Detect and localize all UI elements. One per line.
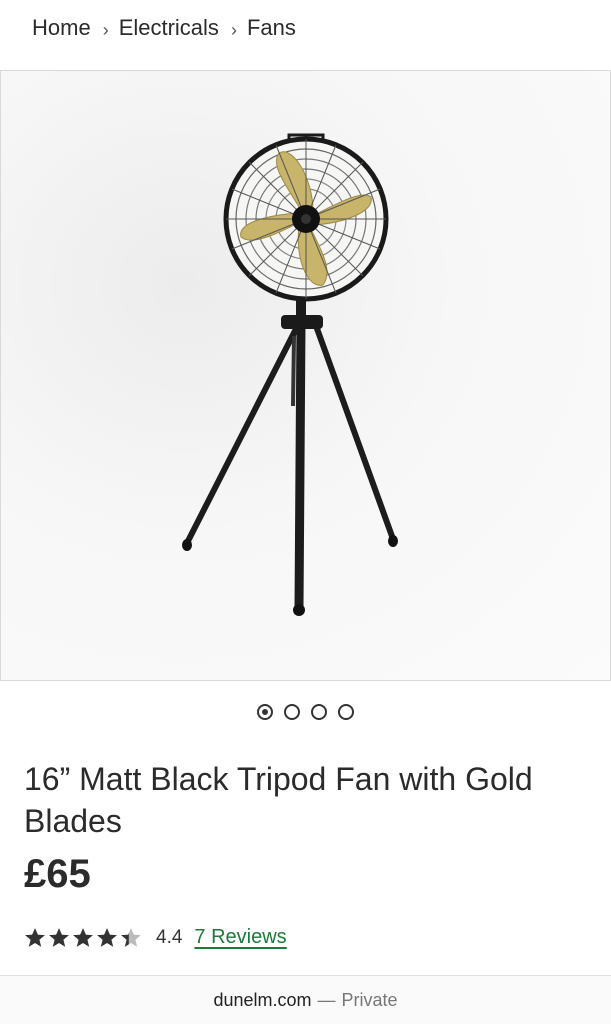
- url-domain: dunelm.com: [213, 989, 312, 1010]
- url-separator: —: [317, 989, 336, 1010]
- star-icon: [96, 927, 118, 949]
- browser-address-bar[interactable]: dunelm.com — Private: [0, 976, 611, 1024]
- gallery-pagination: [0, 704, 611, 720]
- private-mode-label: Private: [341, 989, 398, 1010]
- gallery-dot-2[interactable]: [284, 704, 300, 720]
- breadcrumb-fans[interactable]: Fans: [247, 15, 296, 41]
- product-price: £65: [24, 852, 91, 896]
- product-image-fan: [182, 133, 398, 616]
- reviews-link[interactable]: 7 Reviews: [194, 926, 286, 949]
- rating-summary: 4.4 7 Reviews: [24, 926, 287, 949]
- breadcrumb-electricals[interactable]: Electricals: [119, 15, 219, 41]
- star-rating: [24, 927, 142, 949]
- breadcrumb: Home › Electricals › Fans: [32, 14, 296, 41]
- breadcrumb-home[interactable]: Home: [32, 15, 91, 41]
- rating-value: 4.4: [156, 926, 183, 948]
- product-title: 16” Matt Black Tripod Fan with Gold Blad…: [24, 761, 533, 839]
- gallery-dot-1[interactable]: [257, 704, 273, 720]
- gallery-dot-3[interactable]: [311, 704, 327, 720]
- product-image-gallery[interactable]: [0, 70, 611, 681]
- breadcrumb-separator: ›: [230, 20, 237, 40]
- breadcrumb-separator: ›: [102, 20, 109, 40]
- gallery-dot-4[interactable]: [338, 704, 354, 720]
- star-icon: [48, 927, 70, 949]
- star-icon: [120, 927, 142, 949]
- star-icon: [24, 927, 46, 949]
- star-icon: [72, 927, 94, 949]
